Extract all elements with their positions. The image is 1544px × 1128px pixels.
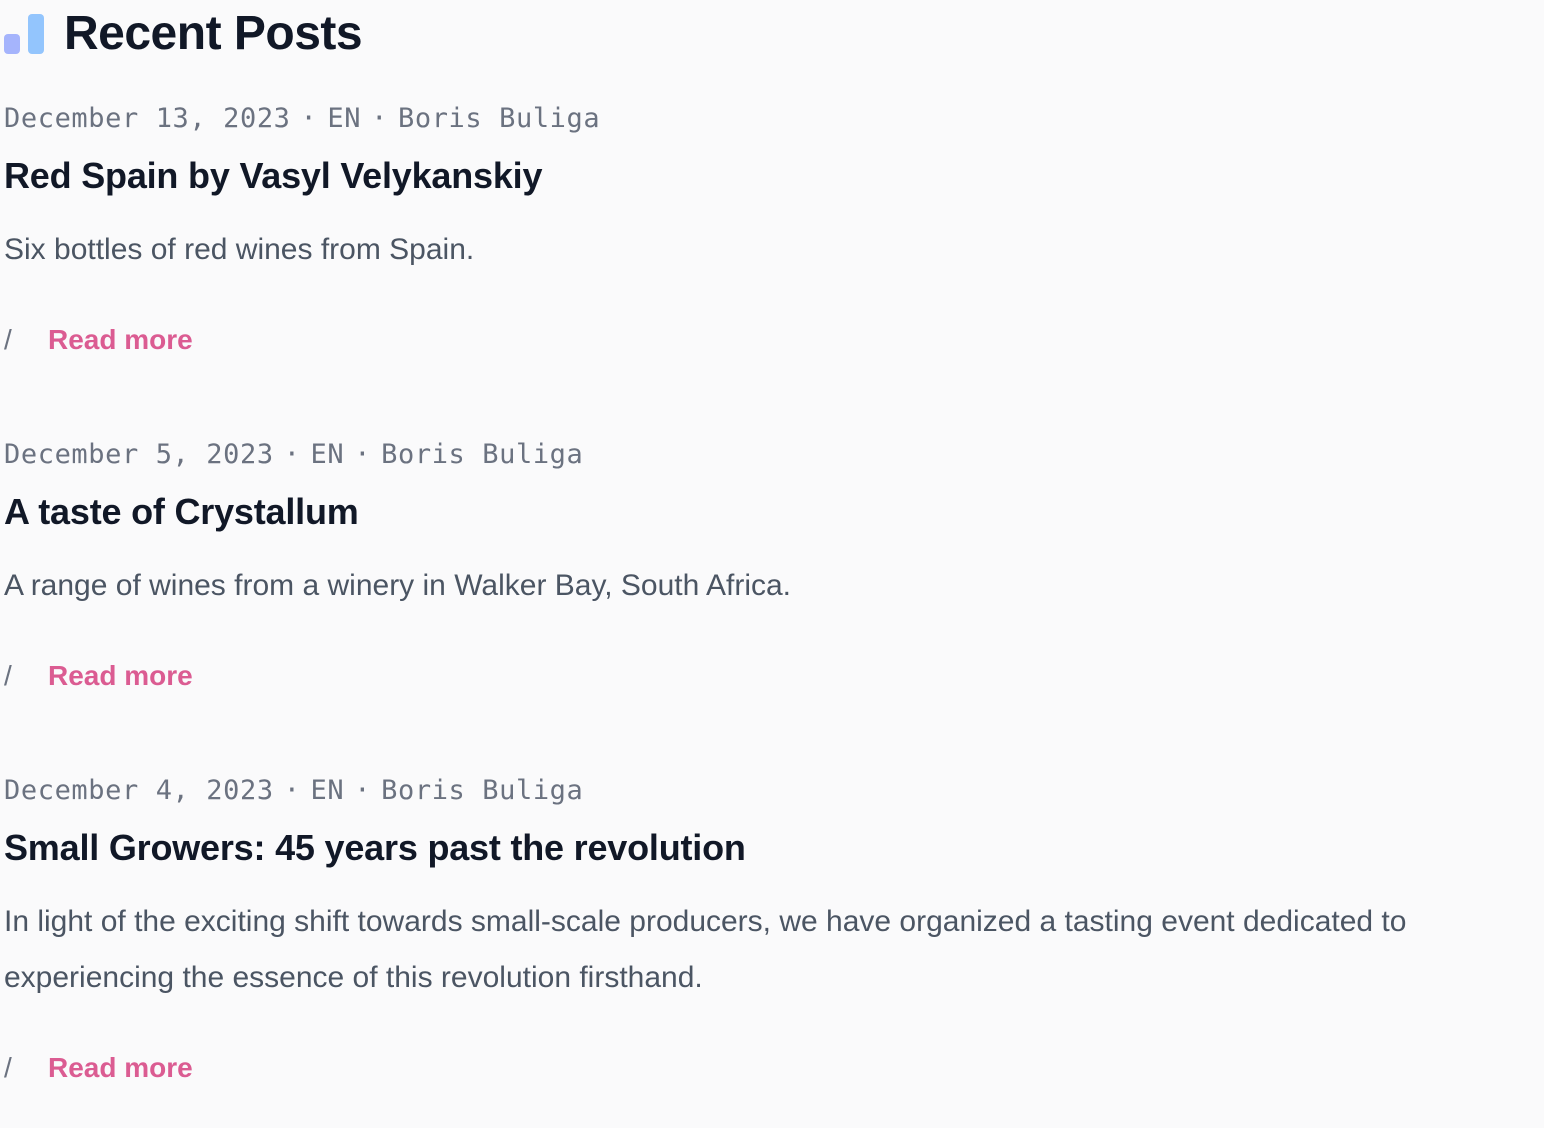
meta-separator: · xyxy=(283,775,301,806)
meta-separator: · xyxy=(354,775,372,806)
post-summary: In light of the exciting shift towards s… xyxy=(4,905,1407,994)
bar-chart-icon xyxy=(4,14,48,54)
section-header: Recent Posts xyxy=(4,6,363,62)
read-more-prefix: / xyxy=(4,324,12,355)
post-language: EN xyxy=(310,439,345,470)
post-language: EN xyxy=(310,775,345,806)
read-more-row: / Read more xyxy=(4,322,193,358)
bar-chart-icon-tall-bar xyxy=(28,14,44,54)
read-more-link[interactable]: Read more xyxy=(48,1052,193,1084)
post-title[interactable]: Small Growers: 45 years past the revolut… xyxy=(4,826,746,870)
read-more-row: / Read more xyxy=(4,658,193,694)
post-date: December 4, 2023 xyxy=(4,775,274,806)
post-meta: December 4, 2023 · EN · Boris Buliga xyxy=(4,776,583,806)
read-more-link[interactable]: Read more xyxy=(48,324,193,356)
page-title: Recent Posts xyxy=(64,7,363,60)
post-author: Boris Buliga xyxy=(381,439,584,470)
post-author: Boris Buliga xyxy=(397,103,601,134)
post-summary: A range of wines from a winery in Walker… xyxy=(4,569,792,602)
meta-separator: · xyxy=(371,103,388,134)
read-more-row: / Read more xyxy=(4,1050,193,1086)
read-more-prefix: / xyxy=(4,1052,12,1083)
meta-separator: · xyxy=(300,103,318,134)
post-language: EN xyxy=(327,103,362,134)
read-more-prefix: / xyxy=(4,660,12,691)
read-more-link[interactable]: Read more xyxy=(48,660,193,692)
post-title[interactable]: Red Spain by Vasyl Velykanskiy xyxy=(4,154,543,198)
post-meta: December 13, 2023 · EN · Boris Buliga xyxy=(4,104,600,134)
post-meta: December 5, 2023 · EN · Boris Buliga xyxy=(4,440,583,470)
post-title[interactable]: A taste of Crystallum xyxy=(4,490,359,534)
meta-separator: · xyxy=(354,439,372,470)
meta-separator: · xyxy=(283,439,301,470)
bar-chart-icon-short-bar xyxy=(4,34,20,54)
post-author: Boris Buliga xyxy=(381,775,584,806)
post-date: December 13, 2023 xyxy=(4,103,291,134)
post-date: December 5, 2023 xyxy=(4,439,274,470)
post-summary: Six bottles of red wines from Spain. xyxy=(4,233,475,266)
